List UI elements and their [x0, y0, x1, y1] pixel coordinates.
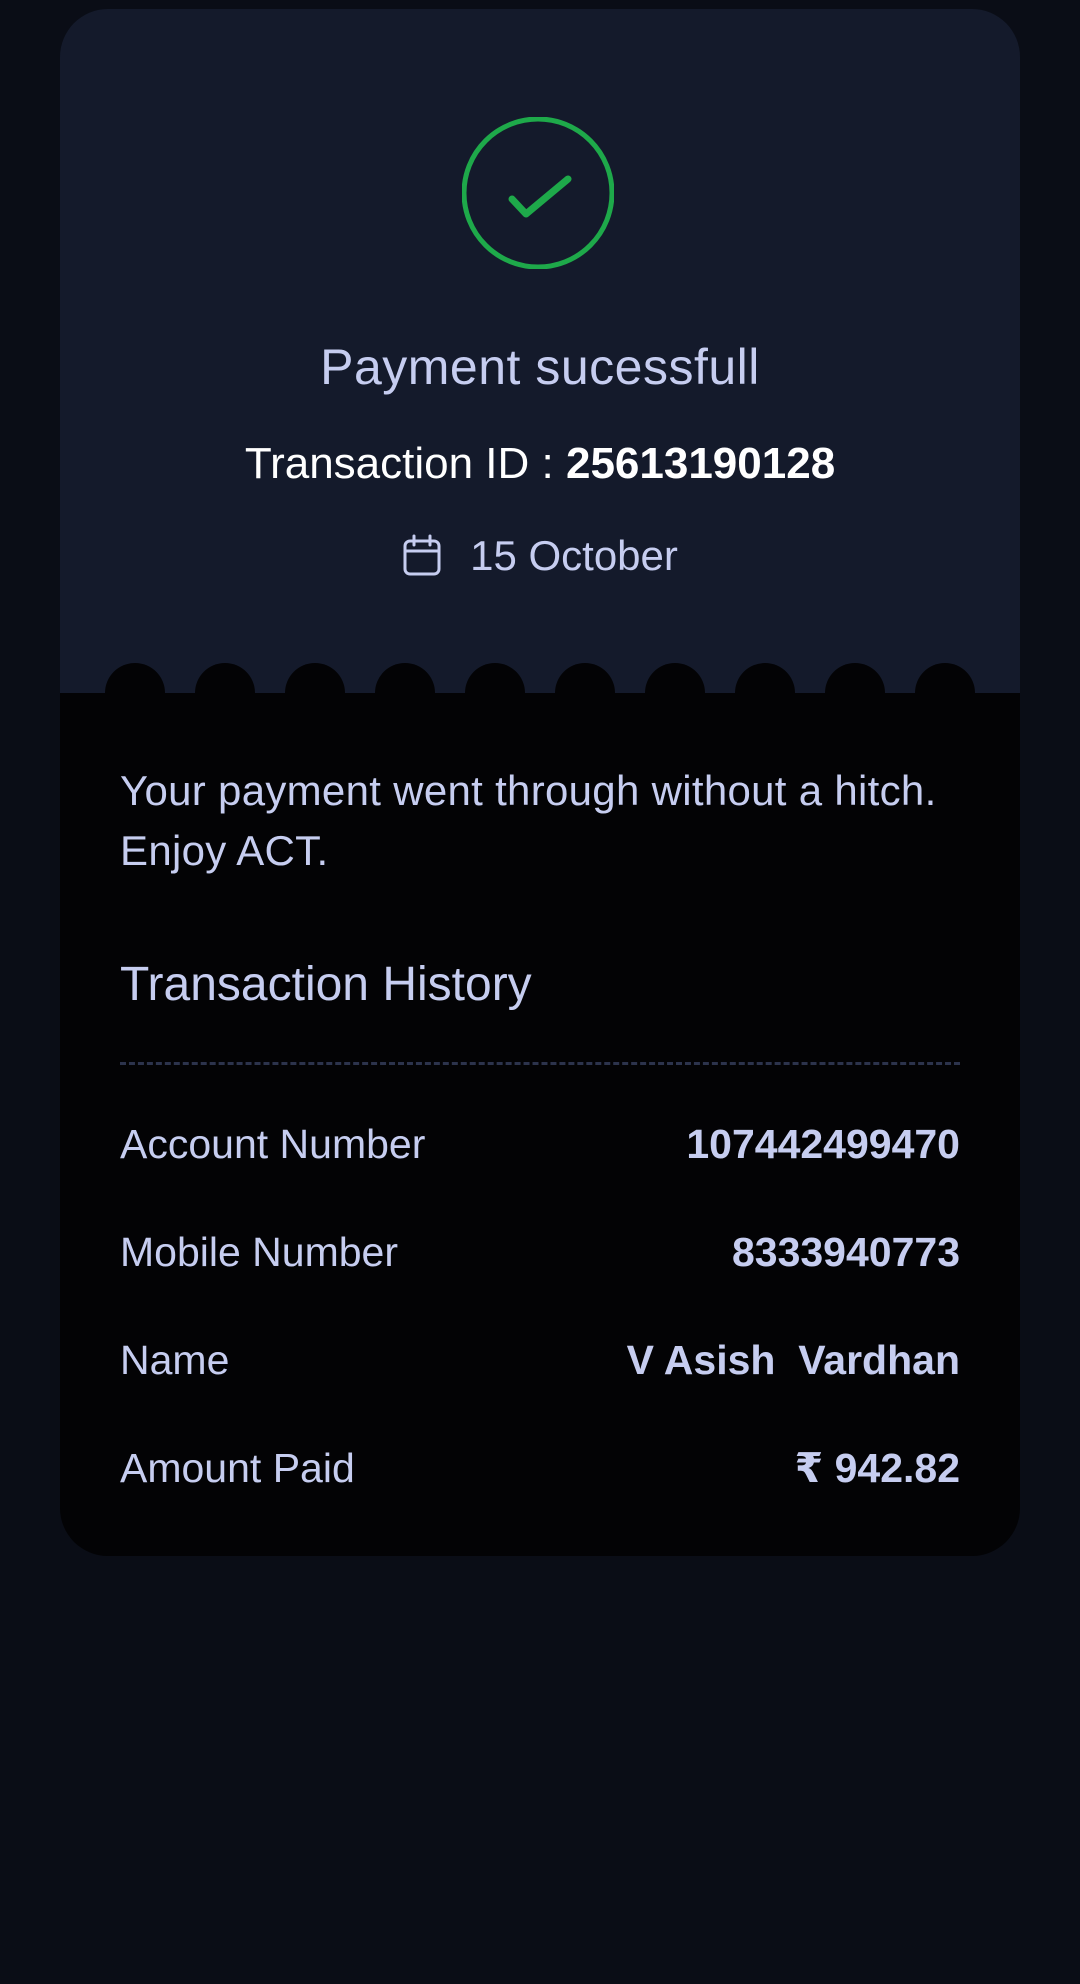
transaction-date-text: 15 October — [470, 532, 678, 579]
mobile-number-value: 8333940773 — [731, 1228, 960, 1275]
transaction-id-value: 25613190128 — [565, 439, 836, 488]
transaction-id-label: Transaction ID : — [244, 439, 566, 488]
name-value: V Asish Vardhan — [626, 1336, 960, 1383]
dashed-divider — [120, 1062, 960, 1065]
mobile-number-row: Mobile Number 8333940773 — [120, 1225, 960, 1279]
account-number-label: Account Number — [120, 1120, 426, 1167]
transaction-date: 15 October — [60, 531, 1020, 581]
mobile-number-label: Mobile Number — [120, 1228, 398, 1275]
amount-paid-label: Amount Paid — [120, 1444, 355, 1491]
receipt-details: Your payment went through without a hitc… — [60, 693, 1020, 1556]
account-number-row: Account Number 107442499470 — [120, 1117, 960, 1171]
check-circle-icon — [462, 117, 614, 269]
payment-receipt-card: Payment sucessfull Transaction ID : 2561… — [60, 9, 1020, 1556]
receipt-header: Payment sucessfull Transaction ID : 2561… — [60, 9, 1020, 693]
name-row: Name V Asish Vardhan — [120, 1333, 960, 1387]
calendar-icon — [403, 534, 441, 576]
account-number-value: 107442499470 — [686, 1120, 960, 1167]
amount-paid-row: Amount Paid ₹ 942.82 — [120, 1441, 960, 1495]
payment-status-title: Payment sucessfull — [320, 339, 760, 395]
amount-paid-value: ₹ 942.82 — [794, 1445, 960, 1491]
payment-message: Your payment went through without a hitc… — [120, 767, 937, 874]
transaction-id-line: Transaction ID : 25613190128 — [60, 437, 1020, 491]
transaction-history-title: Transaction History — [120, 958, 532, 1011]
name-label: Name — [120, 1336, 230, 1383]
